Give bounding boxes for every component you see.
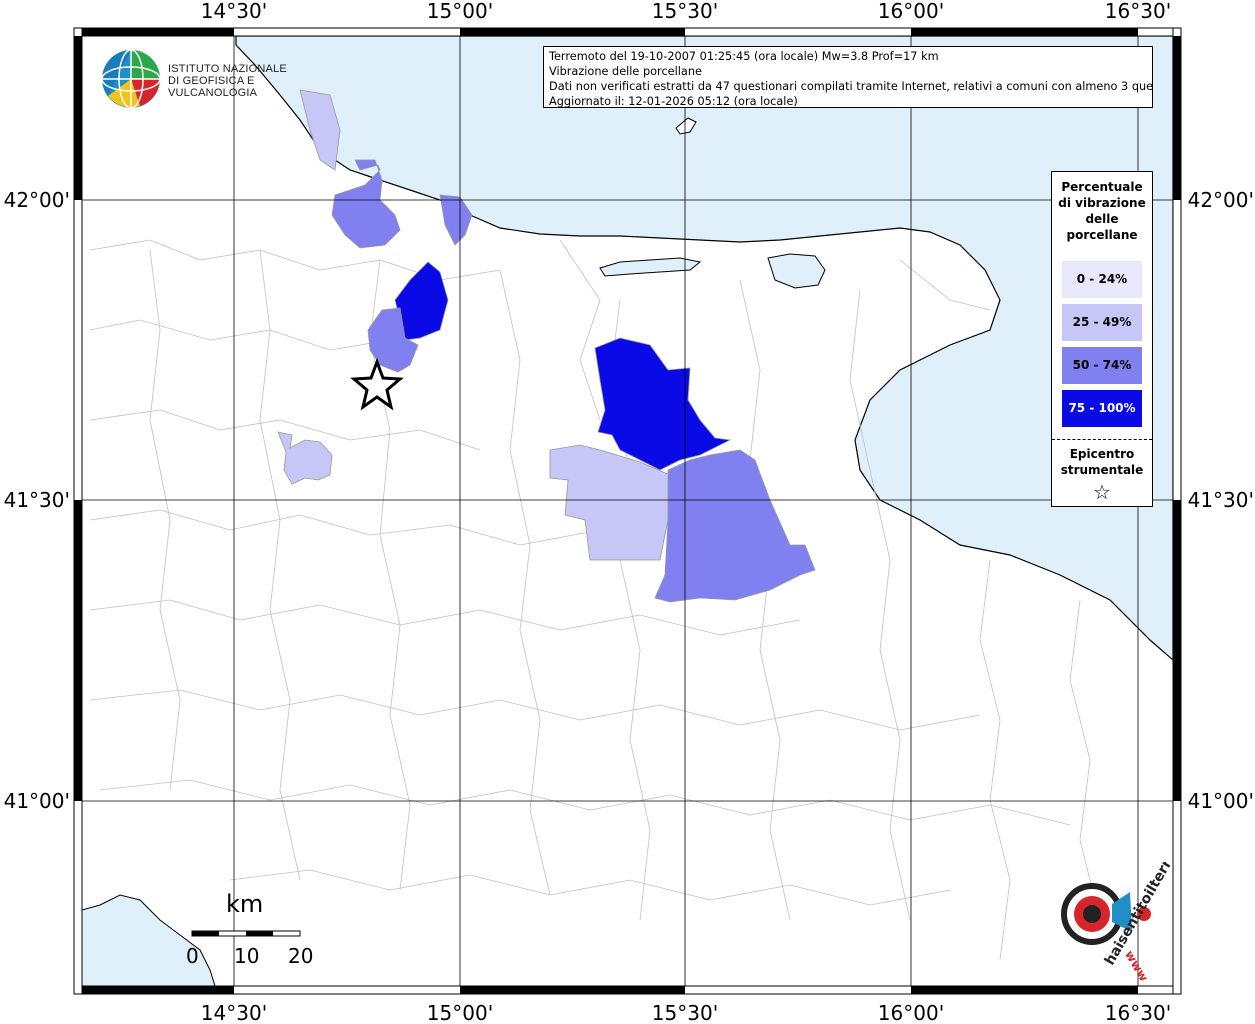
legend-title-line: delle xyxy=(1085,212,1119,226)
bottom-tick-labels: 14°30' 15°00' 15°30' 16°00' 16°30' xyxy=(201,1001,1171,1024)
bottom-tick: 15°00' xyxy=(427,1001,493,1024)
legend-item-25-49: 25 - 49% xyxy=(1062,304,1142,341)
left-tick-labels: 42°00' 41°30' 41°00' xyxy=(4,188,70,813)
bottom-tick: 16°00' xyxy=(878,1001,944,1024)
scale-unit: km xyxy=(226,890,264,918)
legend-star-icon: ☆ xyxy=(1093,480,1111,504)
left-tick: 41°30' xyxy=(4,488,70,512)
legend-title-line: porcellane xyxy=(1066,228,1138,242)
ingv-logo: ISTITUTO NAZIONALE DI GEOFISICA E VULCAN… xyxy=(100,48,310,110)
top-tick-labels: 14°30' 15°00' 15°30' 16°00' 16°30' xyxy=(201,0,1171,23)
right-tick: 41°00' xyxy=(1188,789,1254,813)
bottom-tick: 16°30' xyxy=(1105,1001,1171,1024)
bottom-tick: 15°30' xyxy=(652,1001,718,1024)
haisentito-prefix: www. xyxy=(1122,948,1153,982)
top-tick: 15°30' xyxy=(652,0,718,23)
legend-epicenter-line: strumentale xyxy=(1060,463,1144,477)
ingv-globe-icon xyxy=(101,49,161,109)
scale-bar xyxy=(191,930,301,937)
legend-epicenter-label: Epicentro strumentale ☆ xyxy=(1052,440,1152,506)
scale-label-0: 0 xyxy=(186,944,199,968)
scale-label-20: 20 xyxy=(288,944,314,968)
legend: Percentuale di vibrazione delle porcella… xyxy=(1051,171,1153,507)
legend-title-line: Percentuale xyxy=(1061,180,1143,194)
legend-epicenter-line: Epicentro xyxy=(1069,447,1135,461)
top-tick: 16°00' xyxy=(878,0,944,23)
left-tick: 41°00' xyxy=(4,789,70,813)
left-tick: 42°00' xyxy=(4,188,70,212)
event-updated: Aggiornato il: 12-01-2026 05:12 (ora loc… xyxy=(549,95,798,108)
legend-title: Percentuale di vibrazione delle porcella… xyxy=(1052,172,1152,249)
legend-title-line: di vibrazione xyxy=(1058,196,1146,210)
right-tick-labels: 42°00' 41°30' 41°00' xyxy=(1188,188,1254,813)
haisentito-target-icon: haisentitoilterremoto.it www. xyxy=(1061,799,1209,987)
event-subtitle: Vibrazione delle porcellane xyxy=(549,65,702,78)
right-tick: 42°00' xyxy=(1188,188,1254,212)
legend-item-75-100: 75 - 100% xyxy=(1062,390,1142,427)
top-tick: 14°30' xyxy=(201,0,267,23)
ingv-line1: ISTITUTO NAZIONALE xyxy=(168,63,287,75)
legend-item-0-24: 0 - 24% xyxy=(1062,261,1142,298)
legend-item-50-74: 50 - 74% xyxy=(1062,347,1142,384)
top-tick: 15°00' xyxy=(427,0,493,23)
scale-label-10: 10 xyxy=(234,944,260,968)
right-tick: 41°30' xyxy=(1188,488,1254,512)
haisentito-logo: haisentitoilterremoto.it www. xyxy=(1040,799,1209,987)
event-title: Terremoto del 19-10-2007 01:25:45 (ora l… xyxy=(549,50,939,63)
bottom-tick: 14°30' xyxy=(201,1001,267,1024)
event-data-note: Dati non verificati estratti da 47 quest… xyxy=(549,80,1153,93)
ingv-line2: DI GEOFISICA E VULCANOLOGIA xyxy=(168,75,258,99)
event-info-box: Terremoto del 19-10-2007 01:25:45 (ora l… xyxy=(543,46,1153,108)
top-tick: 16°30' xyxy=(1105,0,1171,23)
